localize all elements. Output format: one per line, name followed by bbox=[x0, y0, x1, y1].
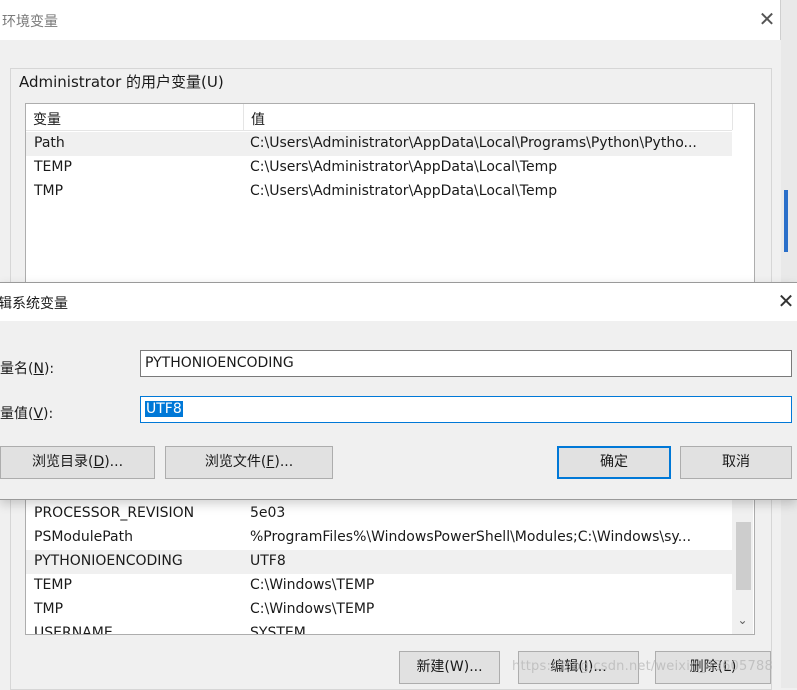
watermark-text: https://blog.csdn.net/weixin_43605788 bbox=[512, 659, 773, 674]
var-name: PSModulePath bbox=[34, 529, 133, 545]
system-variables-list[interactable]: PROCESSOR_REVISION 5e03 PSModulePath %Pr… bbox=[25, 485, 755, 635]
sys-var-row-tmp[interactable]: TMP C:\Windows\TEMP bbox=[26, 598, 732, 622]
var-name: PYTHONIOENCODING bbox=[34, 553, 183, 569]
env-window-titlebar bbox=[0, 0, 781, 40]
var-value: C:\Users\Administrator\AppData\Local\Tem… bbox=[250, 159, 558, 175]
window-accent-strip bbox=[784, 190, 788, 252]
edit-dialog-title: 辑系统变量 bbox=[0, 296, 68, 312]
edit-dialog-titlebar bbox=[0, 283, 797, 321]
var-value: UTF8 bbox=[250, 553, 286, 569]
var-value: SYSTEM bbox=[250, 625, 306, 635]
ok-button[interactable]: 确定 bbox=[557, 446, 671, 479]
user-variables-group-label: Administrator 的用户变量(U) bbox=[18, 71, 225, 92]
var-name: TEMP bbox=[34, 159, 72, 175]
selected-value-text: UTF8 bbox=[145, 401, 183, 417]
var-name: TEMP bbox=[34, 577, 72, 593]
var-name: TMP bbox=[34, 601, 64, 617]
new-variable-button[interactable]: 新建(W)... bbox=[399, 651, 500, 684]
var-value: C:\Users\Administrator\AppData\Local\Pro… bbox=[250, 135, 697, 151]
scroll-down-chevron-icon[interactable]: ⌄ bbox=[732, 610, 753, 630]
user-var-row-temp[interactable]: TEMP C:\Users\Administrator\AppData\Loca… bbox=[26, 156, 732, 180]
sys-var-row-pythonioencoding[interactable]: PYTHONIOENCODING UTF8 bbox=[26, 550, 732, 574]
var-value: C:\Windows\TEMP bbox=[250, 601, 375, 617]
variable-value-label: 量值(V): bbox=[0, 406, 54, 422]
system-list-scroll-thumb[interactable] bbox=[736, 522, 751, 590]
user-variables-header: 变量 值 bbox=[26, 104, 754, 131]
browse-directory-button[interactable]: 浏览目录(D)... bbox=[0, 446, 155, 479]
var-value: %ProgramFiles%\WindowsPowerShell\Modules… bbox=[250, 529, 692, 545]
sys-var-row-temp[interactable]: TEMP C:\Windows\TEMP bbox=[26, 574, 732, 598]
var-name: USERNAME bbox=[34, 625, 113, 635]
user-var-row-tmp[interactable]: TMP C:\Users\Administrator\AppData\Local… bbox=[26, 180, 732, 204]
column-header-value[interactable]: 值 bbox=[251, 109, 265, 129]
variable-name-label: 量名(N): bbox=[0, 361, 55, 377]
var-value: 5e03 bbox=[250, 505, 286, 521]
variable-value-input[interactable]: UTF8 bbox=[140, 396, 792, 423]
var-value: C:\Windows\TEMP bbox=[250, 577, 375, 593]
var-name: TMP bbox=[34, 183, 64, 199]
edit-dialog-close-icon[interactable]: ✕ bbox=[774, 289, 797, 313]
var-name: PROCESSOR_REVISION bbox=[34, 505, 195, 521]
sys-var-row-psmodulepath[interactable]: PSModulePath %ProgramFiles%\WindowsPower… bbox=[26, 526, 732, 550]
sys-var-row-username[interactable]: USERNAME SYSTEM bbox=[26, 622, 732, 635]
env-window-title: 环境变量 bbox=[2, 14, 58, 30]
user-variables-list[interactable]: 变量 值 Path C:\Users\Administrator\AppData… bbox=[25, 103, 755, 290]
var-value: C:\Users\Administrator\AppData\Local\Tem… bbox=[250, 183, 558, 199]
column-header-variable[interactable]: 变量 bbox=[33, 109, 61, 129]
header-filler bbox=[732, 104, 754, 130]
browse-file-button[interactable]: 浏览文件(F)... bbox=[165, 446, 333, 479]
sys-var-row-processor-revision[interactable]: PROCESSOR_REVISION 5e03 bbox=[26, 502, 732, 526]
variable-name-input[interactable]: PYTHONIOENCODING bbox=[140, 350, 792, 377]
column-divider[interactable] bbox=[243, 104, 244, 130]
var-name: Path bbox=[34, 135, 65, 151]
cancel-button[interactable]: 取消 bbox=[680, 446, 792, 479]
env-window-close-icon[interactable]: ✕ bbox=[756, 8, 778, 30]
edit-system-variable-dialog: 辑系统变量 ✕ 量名(N): PYTHONIOENCODING 量值(V): U… bbox=[0, 282, 797, 500]
user-var-row-path[interactable]: Path C:\Users\Administrator\AppData\Loca… bbox=[26, 132, 732, 156]
